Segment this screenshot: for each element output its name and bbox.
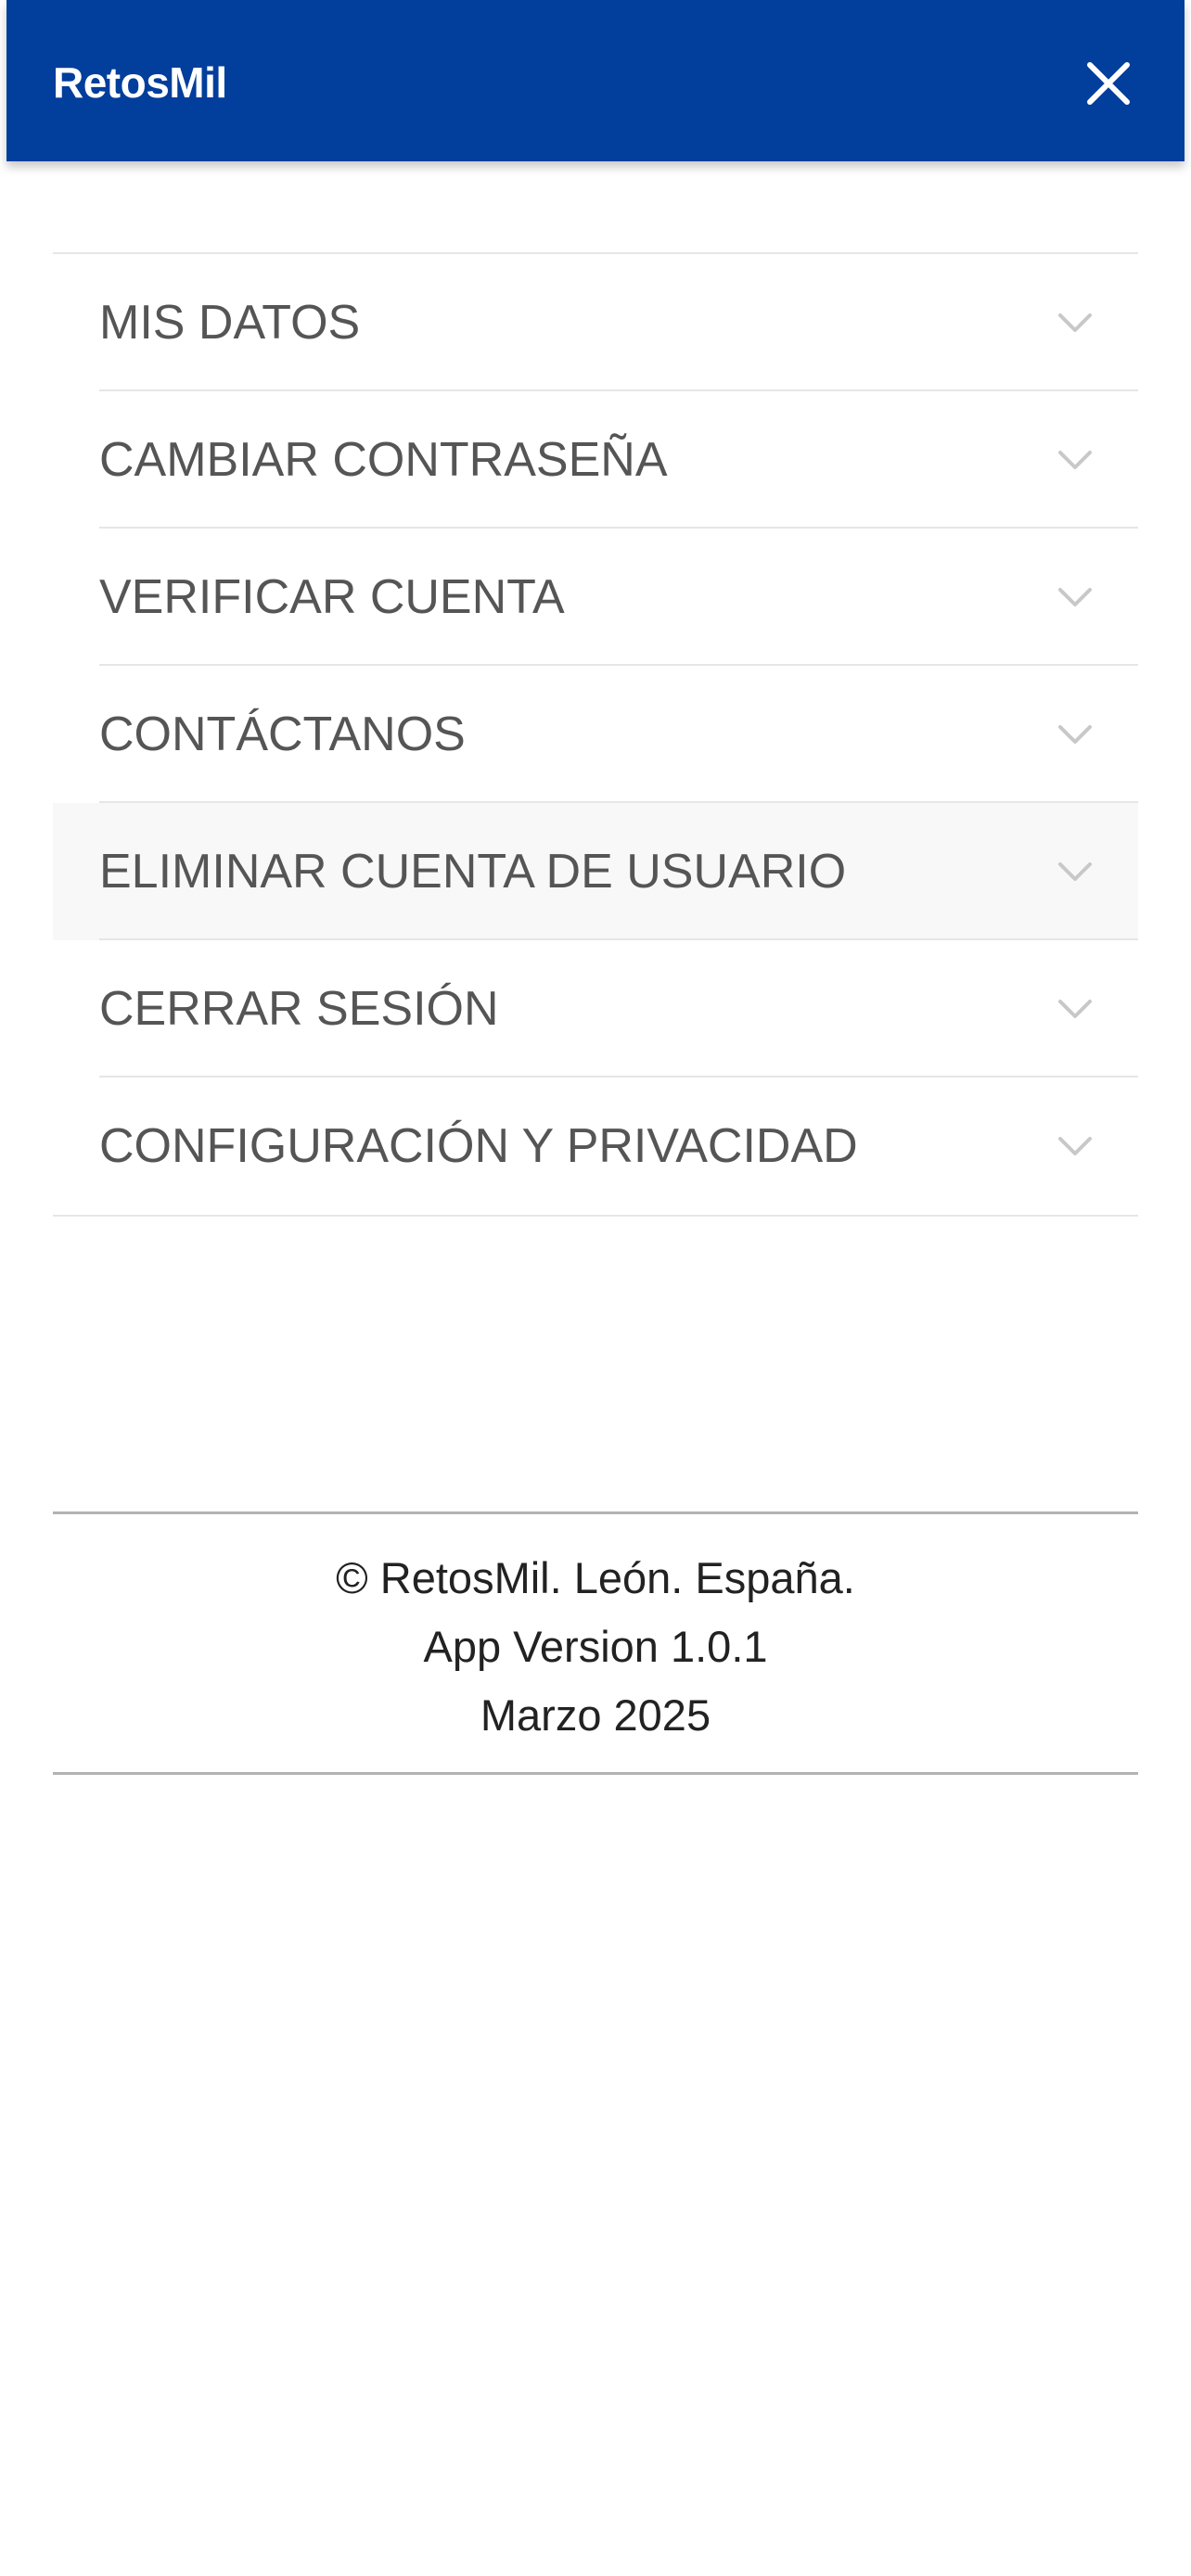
app-version-text: App Version 1.0.1 [423,1622,768,1671]
menu-item-configuracion-privacidad[interactable]: CONFIGURACIÓN Y PRIVACIDAD [53,1078,1138,1215]
chevron-down-icon [1055,306,1095,339]
menu-item-mis-datos[interactable]: MIS DATOS [53,254,1138,391]
app-title: RetosMil [53,58,227,107]
chevron-down-icon [1055,443,1095,477]
close-icon [1087,62,1130,105]
menu-item-label: VERIFICAR CUENTA [99,570,565,624]
menu-item-cerrar-sesion[interactable]: CERRAR SESIÓN [53,940,1138,1078]
menu-item-label: CERRAR SESIÓN [99,982,499,1036]
menu-item-verificar-cuenta[interactable]: VERIFICAR CUENTA [53,529,1138,666]
app-header: RetosMil [6,0,1185,161]
menu-item-label: CONTÁCTANOS [99,708,466,761]
chevron-down-icon [1055,1129,1095,1163]
copyright-text: © RetosMil. León. España. [336,1553,855,1602]
menu-item-contactanos[interactable]: CONTÁCTANOS [53,666,1138,803]
settings-menu: MIS DATOS CAMBIAR CONTRASEÑA VERIFICAR C… [53,252,1138,1217]
close-button[interactable] [1073,48,1144,119]
app-footer: © RetosMil. León. España. App Version 1.… [53,1511,1138,1775]
menu-item-label: CONFIGURACIÓN Y PRIVACIDAD [99,1119,858,1173]
menu-item-label: ELIMINAR CUENTA DE USUARIO [99,845,847,899]
chevron-down-icon [1055,855,1095,888]
chevron-down-icon [1055,992,1095,1026]
menu-item-label: CAMBIAR CONTRASEÑA [99,433,668,487]
release-date-text: Marzo 2025 [480,1690,711,1740]
menu-item-cambiar-contrasena[interactable]: CAMBIAR CONTRASEÑA [53,391,1138,529]
menu-item-eliminar-cuenta[interactable]: ELIMINAR CUENTA DE USUARIO [53,803,1138,940]
menu-item-label: MIS DATOS [99,296,361,350]
chevron-down-icon [1055,580,1095,614]
chevron-down-icon [1055,718,1095,751]
